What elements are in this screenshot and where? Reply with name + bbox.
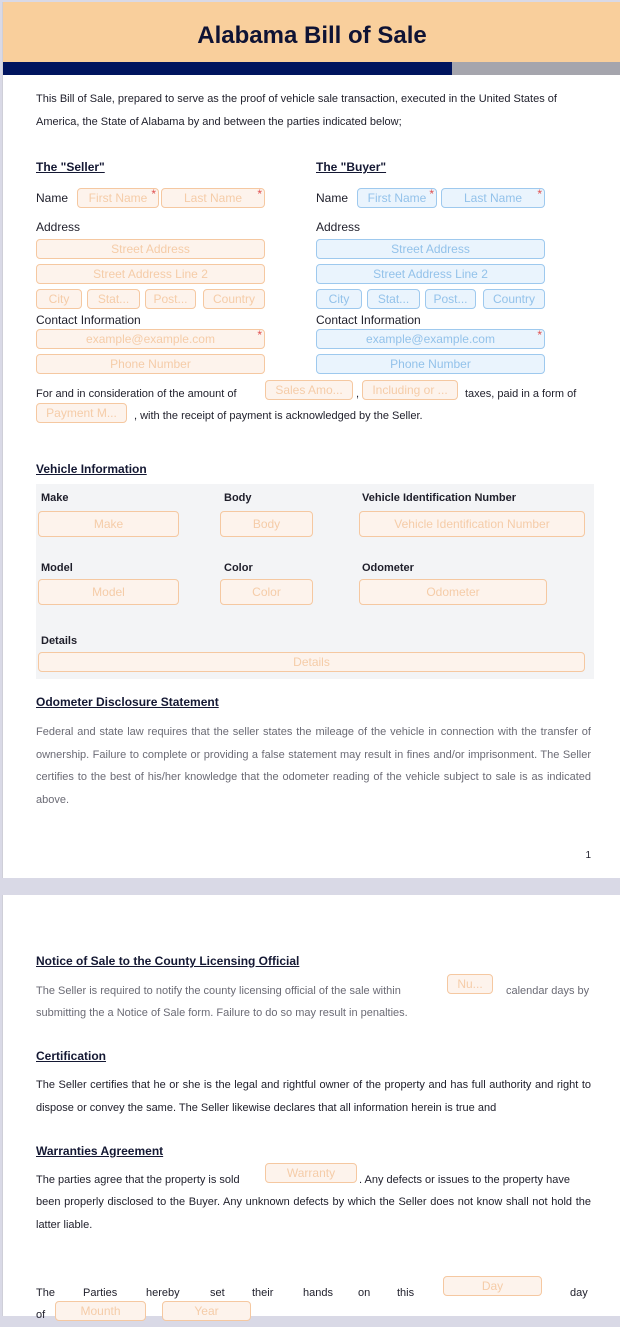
buyer-street-input[interactable]: Street Address bbox=[316, 239, 545, 259]
seller-contact-label: Contact Information bbox=[36, 313, 141, 327]
notice-days-input[interactable]: Nu... bbox=[447, 974, 493, 994]
day-input[interactable]: Day bbox=[443, 1276, 542, 1296]
warranties-text-3: been properly disclosed to the Buyer. An… bbox=[36, 1196, 591, 1231]
seller-address-label: Address bbox=[36, 220, 81, 234]
seller-country-input[interactable]: Country bbox=[203, 289, 265, 309]
signing-word: their bbox=[252, 1287, 274, 1299]
vin-input[interactable]: Vehicle Identification Number bbox=[359, 511, 585, 537]
seller-email-input[interactable]: example@example.com * bbox=[36, 329, 265, 349]
page-title: Alabama Bill of Sale bbox=[197, 22, 427, 49]
consideration-text-2: taxes, paid in a form of bbox=[465, 388, 577, 400]
model-label: Model bbox=[41, 562, 73, 574]
accent-bar-gray bbox=[452, 62, 620, 75]
buyer-address-label: Address bbox=[316, 220, 361, 234]
seller-heading: The "Seller" bbox=[36, 160, 105, 174]
taxes-input[interactable]: Including or ... bbox=[362, 380, 458, 400]
buyer-heading: The "Buyer" bbox=[316, 160, 387, 174]
seller-state-input[interactable]: Stat... bbox=[87, 289, 140, 309]
buyer-email-input[interactable]: example@example.com * bbox=[316, 329, 545, 349]
certification-heading: Certification bbox=[36, 1049, 107, 1063]
seller-phone-input[interactable]: Phone Number bbox=[36, 354, 265, 374]
warranties-text-2: . Any defects or issues to the property … bbox=[359, 1174, 570, 1186]
seller-last-name-input[interactable]: Last Name * bbox=[161, 188, 265, 208]
signing-word: on bbox=[358, 1287, 371, 1299]
buyer-name-label: Name bbox=[316, 191, 349, 205]
buyer-first-name-input[interactable]: First Name * bbox=[357, 188, 437, 208]
page-1: Alabama Bill of Sale This Bill of Sale, … bbox=[2, 2, 620, 878]
color-label: Color bbox=[224, 562, 253, 574]
vehicle-heading: Vehicle Information bbox=[36, 462, 147, 476]
signing-day-word: day bbox=[570, 1287, 588, 1299]
buyer-postal-input[interactable]: Post... bbox=[425, 289, 476, 309]
buyer-state-input[interactable]: Stat... bbox=[367, 289, 420, 309]
odometer-label: Odometer bbox=[362, 562, 414, 574]
required-icon: * bbox=[429, 188, 434, 201]
buyer-country-input[interactable]: Country bbox=[483, 289, 545, 309]
warranty-input[interactable]: Warranty bbox=[265, 1163, 357, 1183]
seller-street2-input[interactable]: Street Address Line 2 bbox=[36, 264, 265, 284]
month-input[interactable]: Mounth bbox=[55, 1301, 146, 1321]
notice-heading: Notice of Sale to the County Licensing O… bbox=[36, 954, 300, 968]
warranties-text-1: The parties agree that the property is s… bbox=[36, 1174, 240, 1186]
certification-text: The Seller certifies that he or she is t… bbox=[36, 1079, 591, 1114]
required-icon: * bbox=[537, 329, 542, 342]
page-number: 1 bbox=[585, 850, 591, 861]
title-banner: Alabama Bill of Sale bbox=[3, 2, 620, 62]
body-label: Body bbox=[224, 492, 252, 504]
payment-method-input[interactable]: Payment M... bbox=[36, 403, 127, 423]
consideration-comma: , bbox=[356, 388, 360, 400]
seller-name-label: Name bbox=[36, 191, 69, 205]
make-input[interactable]: Make bbox=[38, 511, 179, 537]
signing-word: The bbox=[36, 1287, 55, 1299]
details-input[interactable]: Details bbox=[38, 652, 585, 672]
notice-text-1: The Seller is required to notify the cou… bbox=[36, 985, 401, 997]
intro-text: This Bill of Sale, prepared to serve as … bbox=[36, 93, 557, 128]
warranties-heading: Warranties Agreement bbox=[36, 1144, 164, 1158]
buyer-phone-input[interactable]: Phone Number bbox=[316, 354, 545, 374]
sales-amount-input[interactable]: Sales Amo... bbox=[265, 380, 353, 400]
buyer-city-input[interactable]: City bbox=[316, 289, 362, 309]
body-input[interactable]: Body bbox=[220, 511, 313, 537]
buyer-contact-label: Contact Information bbox=[316, 313, 421, 327]
required-icon: * bbox=[537, 188, 542, 201]
model-input[interactable]: Model bbox=[38, 579, 179, 605]
signing-word: this bbox=[397, 1287, 415, 1299]
consideration-text-3: , with the receipt of payment is acknowl… bbox=[134, 410, 423, 422]
buyer-last-name-input[interactable]: Last Name * bbox=[441, 188, 545, 208]
year-input[interactable]: Year bbox=[162, 1301, 251, 1321]
required-icon: * bbox=[257, 329, 262, 342]
seller-city-input[interactable]: City bbox=[36, 289, 82, 309]
seller-street-input[interactable]: Street Address bbox=[36, 239, 265, 259]
page-2: Notice of Sale to the County Licensing O… bbox=[2, 895, 620, 1321]
make-label: Make bbox=[41, 492, 69, 504]
required-icon: * bbox=[257, 188, 262, 201]
notice-text-2: calendar days by bbox=[506, 985, 590, 997]
signing-of-word: of bbox=[36, 1309, 46, 1321]
color-input[interactable]: Color bbox=[220, 579, 313, 605]
odometer-disclosure-heading: Odometer Disclosure Statement bbox=[36, 695, 219, 709]
odometer-disclosure-text: Federal and state law requires that the … bbox=[36, 726, 591, 806]
signing-word: hands bbox=[303, 1287, 333, 1299]
seller-first-name-input[interactable]: First Name * bbox=[77, 188, 159, 208]
buyer-street2-input[interactable]: Street Address Line 2 bbox=[316, 264, 545, 284]
notice-text-3: submitting the a Notice of Sale form. Fa… bbox=[36, 1007, 408, 1019]
required-icon: * bbox=[151, 188, 156, 201]
vin-label: Vehicle Identification Number bbox=[362, 492, 517, 504]
accent-bar-navy bbox=[3, 62, 452, 75]
odometer-input[interactable]: Odometer bbox=[359, 579, 547, 605]
seller-postal-input[interactable]: Post... bbox=[145, 289, 196, 309]
details-label: Details bbox=[41, 635, 78, 647]
